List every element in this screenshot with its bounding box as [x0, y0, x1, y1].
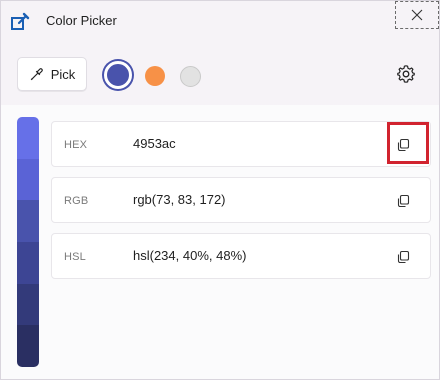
gear-icon [397, 65, 415, 83]
history-swatch-orange[interactable] [145, 66, 165, 86]
shade-swatch[interactable] [17, 283, 39, 326]
copy-icon [397, 250, 410, 264]
hsl-row: HSL hsl(234, 40%, 48%) [51, 233, 431, 279]
hex-value: 4953ac [133, 136, 176, 151]
settings-button[interactable] [395, 63, 417, 85]
title-bar: Color Picker [1, 1, 439, 43]
close-button[interactable] [395, 1, 439, 29]
copy-rgb-button[interactable] [393, 191, 413, 211]
hsl-label: HSL [64, 251, 86, 263]
shade-swatch[interactable] [17, 158, 39, 201]
rgb-label: RGB [64, 195, 89, 207]
shade-swatch[interactable] [17, 325, 39, 367]
copy-icon [397, 138, 410, 152]
shade-swatch[interactable] [17, 242, 39, 284]
window-title: Color Picker [46, 13, 117, 28]
shade-strip [17, 117, 39, 367]
shade-swatch[interactable] [17, 200, 39, 243]
pick-label: Pick [50, 66, 76, 82]
color-values-panel: HEX 4953ac RGB rgb(73, 83, 172) HSL hsl(… [1, 105, 439, 379]
copy-icon [397, 194, 410, 208]
hex-row: HEX 4953ac [51, 121, 431, 167]
hex-label: HEX [64, 139, 88, 151]
shade-swatch[interactable] [17, 117, 39, 159]
pick-button[interactable]: Pick [17, 57, 87, 91]
rgb-row: RGB rgb(73, 83, 172) [51, 177, 431, 223]
eyedropper-icon [30, 68, 43, 81]
close-icon [411, 9, 423, 21]
rgb-value: rgb(73, 83, 172) [133, 192, 226, 207]
copy-hsl-button[interactable] [393, 247, 413, 267]
color-picker-window: Color Picker Pick HEX 4953ac RGB rgb(73,… [0, 0, 440, 380]
history-swatch-grey[interactable] [180, 66, 201, 87]
hsl-value: hsl(234, 40%, 48%) [133, 248, 247, 263]
color-picker-app-icon [10, 12, 30, 32]
current-color-swatch[interactable] [104, 61, 132, 89]
copy-hex-button[interactable] [393, 135, 413, 155]
